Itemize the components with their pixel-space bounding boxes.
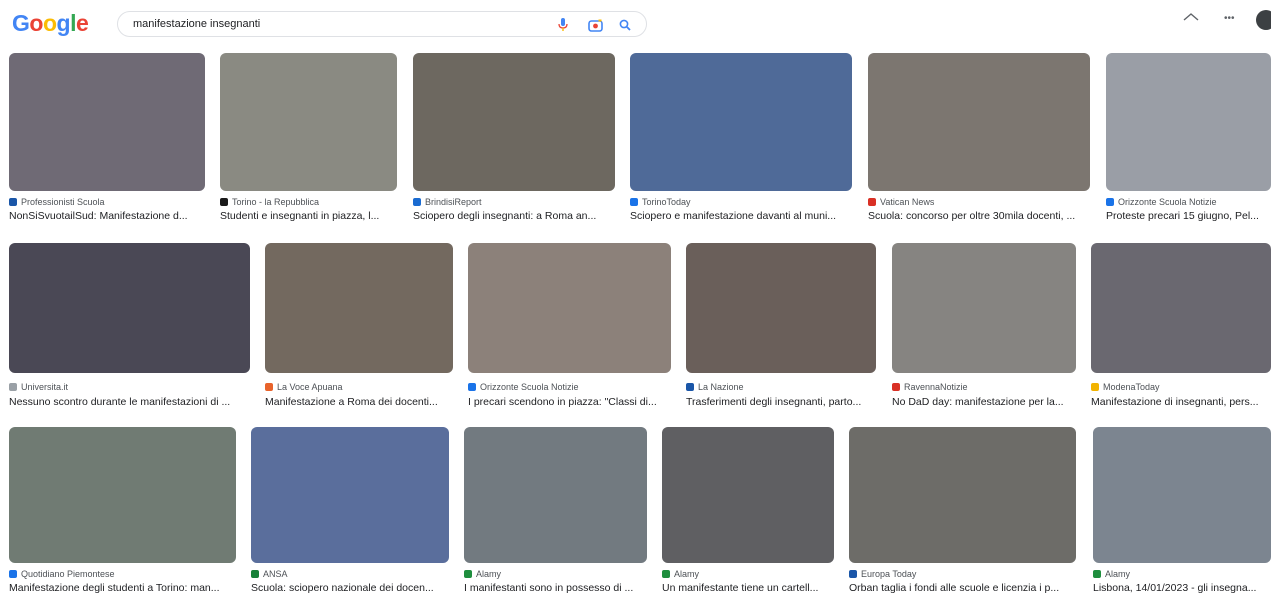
image-thumbnail[interactable] [1091,243,1271,373]
source-name: Universita.it [21,382,69,392]
image-thumbnail[interactable] [1093,427,1271,563]
search-input[interactable]: manifestazione insegnanti [133,18,260,30]
image-thumbnail[interactable] [630,53,852,191]
favicon-icon [9,383,17,391]
source-name: Torino - la Repubblica [232,197,320,207]
favicon-icon [413,198,421,206]
logo-letter: g [56,10,71,36]
result-title[interactable]: Nessuno scontro durante le manifestazion… [9,396,250,410]
source-name: Professionisti Scuola [21,197,105,207]
source-name: Alamy [476,569,502,579]
favicon-icon [849,570,857,578]
favicon-icon [1091,383,1099,391]
source-name: RavennaNotizie [904,382,968,392]
result-source[interactable]: Orizzonte Scuola Notizie [468,381,671,393]
image-thumbnail[interactable] [1106,53,1271,191]
logo-letter: e [75,10,89,36]
image-thumbnail[interactable] [220,53,397,191]
result-source[interactable]: ModenaToday [1091,381,1271,393]
apps-menu-icon[interactable]: ••• [1224,13,1235,24]
result-source[interactable]: Alamy [1093,568,1271,580]
result-source[interactable]: Torino - la Repubblica [220,196,397,208]
source-name: TorinoToday [642,197,691,207]
result-title[interactable]: Manifestazione a Roma dei docenti... [265,396,453,410]
result-title[interactable]: I precari scendono in piazza: "Classi di… [468,396,671,410]
logo-letter: o [42,10,57,36]
favicon-icon [686,383,694,391]
favicon-icon [9,198,17,206]
favicon-icon [892,383,900,391]
avatar[interactable] [1256,10,1271,30]
microphone-icon[interactable] [554,16,572,34]
image-thumbnail[interactable] [9,243,250,373]
favicon-icon [1106,198,1114,206]
source-name: Vatican News [880,197,935,207]
favicon-icon [9,570,17,578]
result-title[interactable]: NonSiSvuotailSud: Manifestazione d... [9,210,205,224]
result-source[interactable]: Europa Today [849,568,1076,580]
favicon-icon [1093,570,1101,578]
top-bar: Google manifestazione insegnanti ••• [0,0,1271,46]
image-thumbnail[interactable] [686,243,876,373]
result-source[interactable]: RavennaNotizie [892,381,1076,393]
source-name: Orizzonte Scuola Notizie [480,382,579,392]
result-source[interactable]: ANSA [251,568,449,580]
favicon-icon [220,198,228,206]
image-thumbnail[interactable] [892,243,1076,373]
source-name: BrindisiReport [425,197,482,207]
result-title[interactable]: Sciopero e manifestazione davanti al mun… [630,210,852,224]
result-source[interactable]: Universita.it [9,381,250,393]
labs-icon[interactable] [1183,10,1199,25]
google-logo[interactable]: Google [12,10,89,36]
result-title[interactable]: No DaD day: manifestazione per la... [892,396,1076,410]
favicon-icon [265,383,273,391]
result-title[interactable]: Sciopero degli insegnanti: a Roma an... [413,210,615,224]
source-name: Alamy [674,569,700,579]
image-thumbnail[interactable] [868,53,1090,191]
image-thumbnail[interactable] [468,243,671,373]
image-thumbnail[interactable] [662,427,834,563]
favicon-icon [468,383,476,391]
logo-letter: G [12,10,30,36]
image-thumbnail[interactable] [849,427,1076,563]
search-icon[interactable] [616,16,634,34]
result-title[interactable]: Scuola: concorso per oltre 30mila docent… [868,210,1090,224]
image-thumbnail[interactable] [265,243,453,373]
favicon-icon [464,570,472,578]
source-name: ModenaToday [1103,382,1160,392]
result-source[interactable]: Orizzonte Scuola Notizie [1106,196,1271,208]
favicon-icon [630,198,638,206]
result-title[interactable]: Manifestazione di insegnanti, pers... [1091,396,1271,410]
result-source[interactable]: Alamy [464,568,647,580]
result-title[interactable]: Studenti e insegnanti in piazza, l... [220,210,397,224]
logo-letter: o [29,10,43,36]
result-source[interactable]: Quotidiano Piemontese [9,568,236,580]
source-name: La Nazione [698,382,744,392]
source-name: Alamy [1105,569,1131,579]
camera-icon[interactable] [586,16,604,34]
image-thumbnail[interactable] [413,53,615,191]
result-source[interactable]: La Nazione [686,381,876,393]
search-box[interactable]: manifestazione insegnanti [117,11,647,37]
result-source[interactable]: Vatican News [868,196,1090,208]
result-source[interactable]: La Voce Apuana [265,381,453,393]
image-thumbnail[interactable] [251,427,449,563]
result-source[interactable]: Alamy [662,568,834,580]
result-title[interactable]: Trasferimenti degli insegnanti, parto... [686,396,876,410]
image-thumbnail[interactable] [464,427,647,563]
result-source[interactable]: TorinoToday [630,196,852,208]
result-title[interactable]: Proteste precari 15 giugno, Pel... [1106,210,1271,224]
image-thumbnail[interactable] [9,53,205,191]
source-name: La Voce Apuana [277,382,343,392]
favicon-icon [251,570,259,578]
favicon-icon [662,570,670,578]
source-name: Europa Today [861,569,917,579]
source-name: Orizzonte Scuola Notizie [1118,197,1217,207]
source-name: ANSA [263,569,288,579]
image-thumbnail[interactable] [9,427,236,563]
result-source[interactable]: BrindisiReport [413,196,615,208]
result-source[interactable]: Professionisti Scuola [9,196,205,208]
favicon-icon [868,198,876,206]
source-name: Quotidiano Piemontese [21,569,115,579]
